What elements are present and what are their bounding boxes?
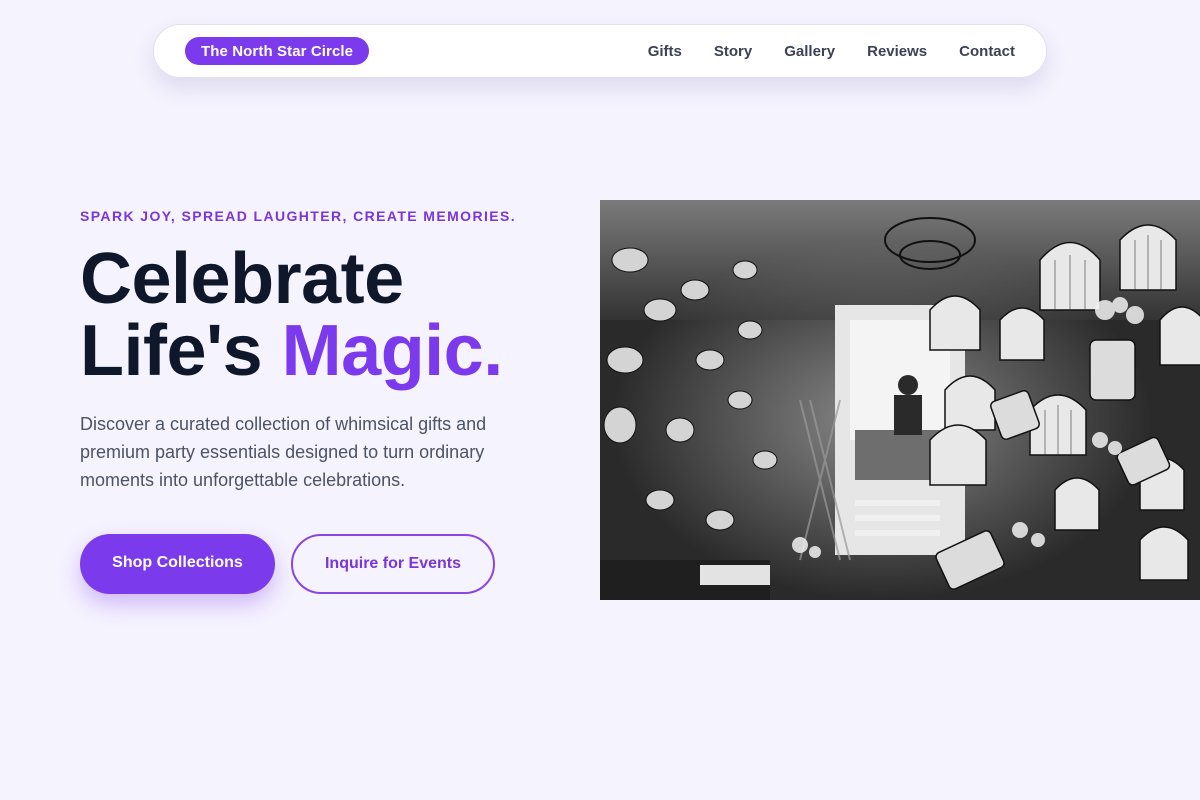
nav-links: Gifts Story Gallery Reviews Contact bbox=[648, 43, 1015, 60]
page: The North Star Circle Gifts Story Galler… bbox=[0, 0, 1200, 800]
shop-interior-photo bbox=[600, 200, 1200, 600]
hero-eyebrow: SPARK JOY, SPREAD LAUGHTER, CREATE MEMOR… bbox=[80, 208, 517, 224]
shop-collections-button[interactable]: Shop Collections bbox=[80, 534, 275, 594]
headline-plain-text: Life's bbox=[80, 311, 282, 391]
headline-line-1: Celebrate bbox=[80, 239, 404, 319]
headline-line-2: Life's Magic. bbox=[80, 315, 503, 387]
headline-accent-text: Magic. bbox=[281, 311, 504, 391]
nav-link-contact[interactable]: Contact bbox=[959, 43, 1015, 60]
brand-logo-link[interactable]: The North Star Circle bbox=[185, 37, 370, 65]
nav-link-gifts[interactable]: Gifts bbox=[648, 43, 682, 60]
hero-description: Discover a curated collection of whimsic… bbox=[80, 414, 487, 490]
nav-link-reviews[interactable]: Reviews bbox=[867, 43, 927, 60]
top-nav: The North Star Circle Gifts Story Galler… bbox=[153, 24, 1047, 78]
hero-headline: Celebrate Life's Magic. bbox=[80, 243, 503, 387]
inquire-events-button[interactable]: Inquire for Events bbox=[291, 534, 495, 594]
nav-link-gallery[interactable]: Gallery bbox=[784, 43, 835, 60]
nav-link-story[interactable]: Story bbox=[714, 43, 752, 60]
hero-image bbox=[600, 200, 1200, 600]
